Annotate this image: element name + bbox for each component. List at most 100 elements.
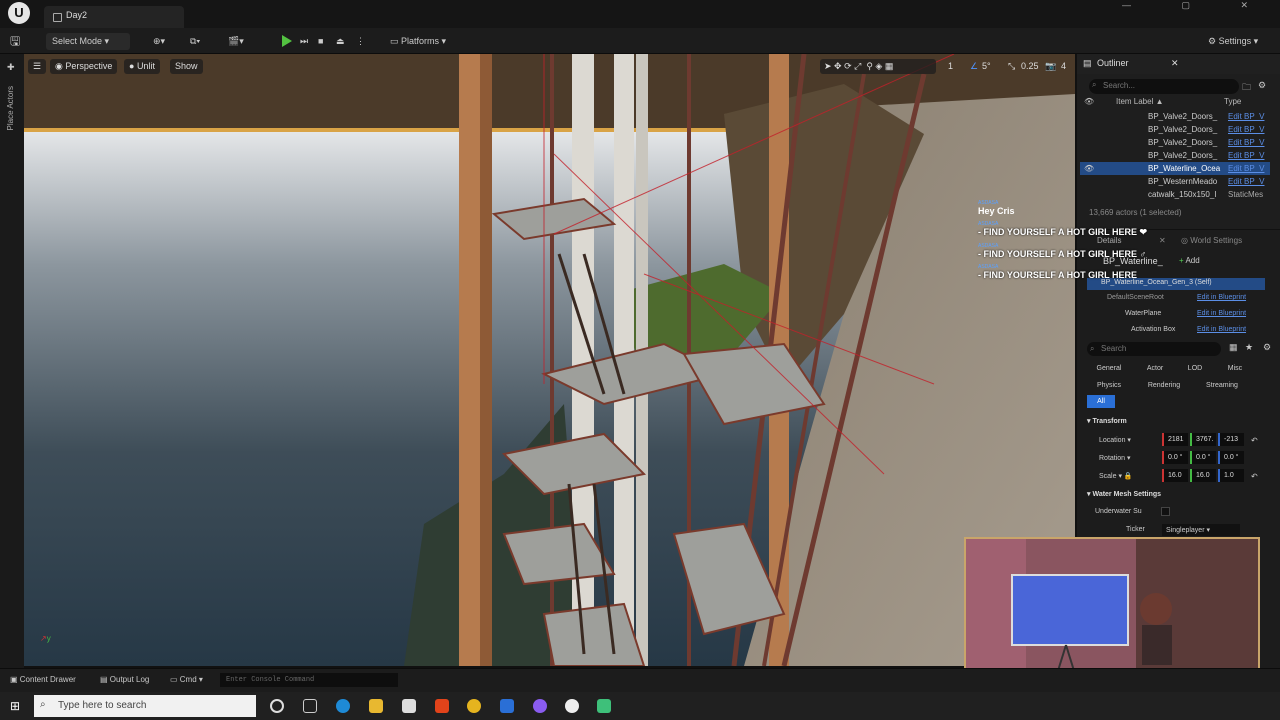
play-button[interactable]: [282, 35, 292, 47]
location-y-field[interactable]: 3767.: [1190, 433, 1216, 446]
transform-tools[interactable]: ➤ ✥ ⟳ ⤢ ⚲ ◈ ▦: [820, 59, 936, 74]
scale-z-field[interactable]: 1.0: [1218, 469, 1244, 482]
place-actors-icon[interactable]: ✚: [7, 62, 15, 73]
content-drawer-button[interactable]: ▣ Content Drawer: [10, 675, 76, 684]
row-type-link[interactable]: Edit BP_V: [1228, 162, 1272, 175]
outliner-row-selected[interactable]: 👁 BP_Waterline_Ocea Edit BP_V: [1080, 162, 1270, 175]
camera-speed-icon[interactable]: 📷: [1045, 59, 1059, 74]
location-x-field[interactable]: 2181: [1162, 433, 1188, 446]
cortana-icon[interactable]: [270, 699, 284, 713]
settings-button[interactable]: ⚙ Settings ▾: [1208, 33, 1268, 50]
row-type-link[interactable]: Edit BP_V: [1228, 123, 1272, 136]
console-input[interactable]: Enter Console Command: [220, 673, 398, 687]
reset-scale-icon[interactable]: ↶: [1251, 472, 1258, 481]
store-icon[interactable]: [402, 699, 416, 713]
add-folder-icon[interactable]: 🗀: [1242, 80, 1251, 96]
column-item-label[interactable]: Item Label ▲: [1116, 97, 1164, 106]
filter-physics[interactable]: Physics: [1087, 379, 1131, 392]
window-controls[interactable]: — ▢ ✕: [1122, 0, 1272, 11]
transform-section[interactable]: ▾ Transform: [1087, 417, 1127, 425]
camera-speed-value[interactable]: 4: [1061, 59, 1071, 74]
add-content-icon[interactable]: ⊕▾: [153, 33, 177, 50]
ticker-dropdown[interactable]: Singleplayer ▾: [1162, 524, 1240, 536]
filter-actor[interactable]: Actor: [1133, 362, 1177, 375]
show-button[interactable]: Show: [170, 59, 203, 74]
cmd-dropdown[interactable]: ▭ Cmd ▾: [170, 675, 203, 684]
app-icon[interactable]: [597, 699, 611, 713]
row-type-link[interactable]: Edit BP_V: [1228, 110, 1272, 123]
outliner-row[interactable]: BP_Valve2_Doors_ Edit BP_V: [1080, 136, 1270, 149]
cinematics-icon[interactable]: 🎬▾: [228, 33, 252, 50]
scale-label[interactable]: Scale ▾ 🔒: [1099, 472, 1133, 480]
outliner-row[interactable]: BP_Valve2_Doors_ Edit BP_V: [1080, 110, 1270, 123]
details-search-input[interactable]: ⌕ Search: [1087, 342, 1221, 356]
underwater-checkbox[interactable]: [1161, 507, 1170, 516]
office-icon[interactable]: [435, 699, 449, 713]
component-row[interactable]: Activation Box Edit in Blueprint: [1131, 326, 1280, 333]
scale-x-field[interactable]: 16.0: [1162, 469, 1188, 482]
lock-icon[interactable]: 🔒: [1124, 473, 1133, 480]
filter-streaming[interactable]: Streaming: [1197, 379, 1247, 392]
obs-icon[interactable]: [533, 699, 547, 713]
filter-misc[interactable]: Misc: [1215, 362, 1255, 375]
filter-rendering[interactable]: Rendering: [1133, 379, 1195, 392]
scale-snap-value[interactable]: 0.25: [1021, 59, 1041, 74]
outliner-search-input[interactable]: ⌕ Search...: [1089, 79, 1239, 94]
eject-icon[interactable]: ⏏: [336, 33, 350, 50]
edge-icon[interactable]: [336, 699, 350, 713]
outliner-row[interactable]: BP_WesternMeado Edit BP_V: [1080, 175, 1270, 188]
visibility-icon[interactable]: 👁: [1084, 162, 1094, 175]
angle-snap-value[interactable]: 5°: [982, 59, 996, 74]
stop-icon[interactable]: ■: [318, 33, 332, 50]
close-icon[interactable]: ✕: [1171, 58, 1179, 69]
edit-blueprint-link[interactable]: Edit in Blueprint: [1197, 310, 1246, 317]
component-row[interactable]: DefaultSceneRoot Edit in Blueprint: [1107, 294, 1267, 301]
select-mode-dropdown[interactable]: Select Mode ▾: [46, 33, 130, 50]
app-icon[interactable]: [500, 699, 514, 713]
chrome-icon[interactable]: [467, 699, 481, 713]
water-mesh-section[interactable]: ▾ Water Mesh Settings: [1087, 490, 1161, 498]
windows-start-icon[interactable]: ⊞: [10, 699, 20, 713]
filter-general[interactable]: General: [1087, 362, 1131, 375]
viewport-menu-icon[interactable]: ☰: [28, 59, 46, 74]
filter-lod[interactable]: LOD: [1177, 362, 1213, 375]
outliner-row[interactable]: BP_Valve2_Doors_ Edit BP_V: [1080, 149, 1270, 162]
place-actors-tab[interactable]: Place Actors: [6, 86, 15, 130]
filter-all[interactable]: All: [1087, 395, 1115, 408]
row-type-link[interactable]: Edit BP_V: [1228, 175, 1272, 188]
outliner-settings-icon[interactable]: ⚙: [1258, 80, 1266, 91]
scale-y-field[interactable]: 16.0: [1190, 469, 1216, 482]
rotation-x-field[interactable]: 0.0 °: [1162, 451, 1188, 464]
outliner-row[interactable]: BP_Valve2_Doors_ Edit BP_V: [1080, 123, 1270, 136]
save-icon[interactable]: 🖫: [10, 33, 26, 50]
file-explorer-icon[interactable]: [369, 699, 383, 713]
add-component-button[interactable]: + Add: [1179, 256, 1200, 265]
rotation-z-field[interactable]: 0.0 °: [1218, 451, 1244, 464]
unreal-taskbar-icon[interactable]: [565, 699, 579, 713]
close-icon[interactable]: ✕: [1159, 236, 1166, 245]
component-row[interactable]: WaterPlane Edit in Blueprint: [1125, 310, 1280, 317]
rotation-y-field[interactable]: 0.0 °: [1190, 451, 1216, 464]
rotation-label[interactable]: Rotation ▾: [1099, 454, 1131, 462]
unreal-logo-icon[interactable]: U: [8, 2, 30, 24]
reset-location-icon[interactable]: ↶: [1251, 436, 1258, 445]
edit-blueprint-link[interactable]: Edit in Blueprint: [1197, 326, 1246, 333]
details-settings-icon[interactable]: ⚙: [1263, 342, 1271, 353]
output-log-button[interactable]: ▤ Output Log: [100, 675, 149, 684]
edit-blueprint-link[interactable]: Edit in Blueprint: [1197, 294, 1246, 301]
row-type-link[interactable]: Edit BP_V: [1228, 149, 1272, 162]
grid-view-icon[interactable]: ▦: [1229, 342, 1238, 353]
world-settings-tab[interactable]: ◎ World Settings: [1181, 236, 1242, 245]
perspective-button[interactable]: ◉ Perspective: [50, 59, 118, 74]
grid-snap-value[interactable]: 1: [948, 59, 956, 74]
location-z-field[interactable]: -213: [1218, 433, 1244, 446]
level-viewport[interactable]: ☰ ◉ Perspective ● Unlit Show ➤ ✥ ⟳ ⤢ ⚲ ◈…: [24, 54, 1075, 666]
favorite-star-icon[interactable]: ★: [1245, 342, 1253, 353]
blueprint-icon[interactable]: ⧉▾: [190, 33, 214, 50]
task-view-icon[interactable]: [303, 699, 317, 713]
advance-frame-icon[interactable]: ⏭: [300, 33, 314, 50]
row-type-link[interactable]: Edit BP_V: [1228, 136, 1272, 149]
level-tab[interactable]: Day2: [44, 6, 184, 28]
platforms-dropdown[interactable]: ▭ Platforms ▾: [390, 33, 460, 50]
unlit-button[interactable]: ● Unlit: [124, 59, 160, 74]
